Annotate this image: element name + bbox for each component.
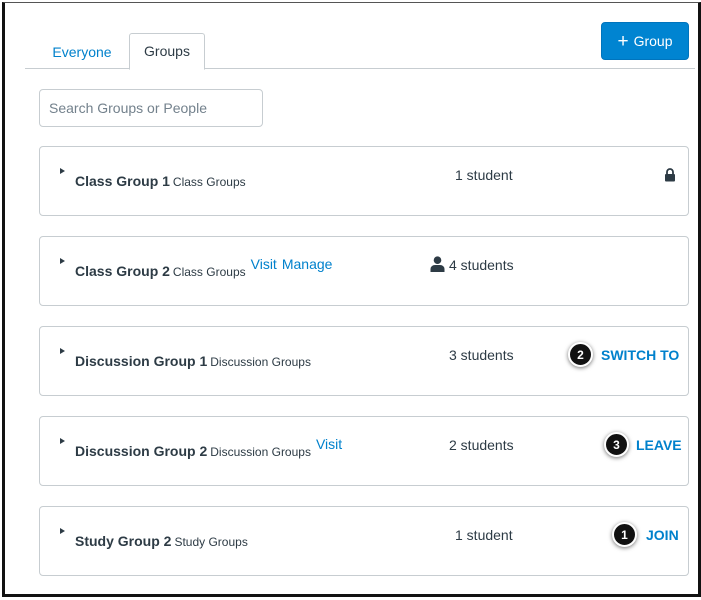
tabs-divider (25, 68, 695, 69)
group-category: Discussion Groups (210, 355, 311, 369)
group-name: Discussion Group 2 Discussion Groups Visit (75, 436, 343, 459)
caret-right-icon[interactable] (60, 528, 65, 534)
caret-right-icon[interactable] (60, 348, 65, 354)
group-category: Class Groups (172, 175, 246, 189)
visit-link[interactable]: Visit (316, 436, 342, 452)
group-category: Class Groups (172, 265, 246, 279)
group-card-discussion-group-1: Discussion Group 1 Discussion Groups 3 st… (39, 326, 689, 396)
caret-right-icon[interactable] (60, 168, 65, 174)
group-card-discussion-group-2: Discussion Group 2 Discussion Groups Visit… (39, 416, 689, 486)
step-badge: 2 (568, 342, 593, 367)
leave-button[interactable]: LEAVE (636, 437, 682, 453)
caret-right-icon[interactable] (60, 258, 65, 264)
person-icon (430, 256, 445, 272)
student-count: 1 student (455, 527, 513, 543)
group-category: Study Groups (174, 535, 248, 549)
add-group-button[interactable]: + Group (601, 22, 689, 60)
plus-icon: + (617, 30, 629, 52)
tab-everyone[interactable]: Everyone (43, 35, 121, 69)
group-name: Study Group 2 Study Groups (75, 533, 248, 549)
step-badge: 3 (604, 432, 629, 457)
group-card-class-group-1: Class Group 1 Class Groups 1 student (39, 146, 689, 216)
visit-link[interactable]: Visit (251, 256, 277, 272)
student-count: 4 students (449, 257, 514, 273)
manage-link[interactable]: Manage (282, 256, 333, 272)
step-badge: 1 (612, 522, 637, 547)
student-count: 1 student (455, 167, 513, 183)
group-card-study-group-2: Study Group 2 Study Groups 1 student 1 JO… (39, 506, 689, 576)
group-name: Class Group 1 Class Groups (75, 173, 246, 189)
search-input[interactable] (39, 89, 263, 127)
tab-groups[interactable]: Groups (129, 33, 205, 70)
student-count: 2 students (449, 437, 514, 453)
group-name: Discussion Group 1 Discussion Groups (75, 353, 311, 369)
student-count: 3 students (449, 347, 514, 363)
group-name: Class Group 2 Class Groups Visit Manage (75, 256, 333, 279)
lock-icon (665, 168, 675, 182)
group-card-class-group-2: Class Group 2 Class Groups Visit Manage 4 s… (39, 236, 689, 306)
add-group-label: Group (633, 33, 673, 49)
caret-right-icon[interactable] (60, 438, 65, 444)
switch-to-button[interactable]: SWITCH TO (601, 347, 679, 363)
groups-panel: Everyone Groups + Group Class Group 1Cla… (2, 2, 701, 597)
join-button[interactable]: JOIN (646, 527, 679, 543)
group-category: Discussion Groups (210, 445, 311, 459)
